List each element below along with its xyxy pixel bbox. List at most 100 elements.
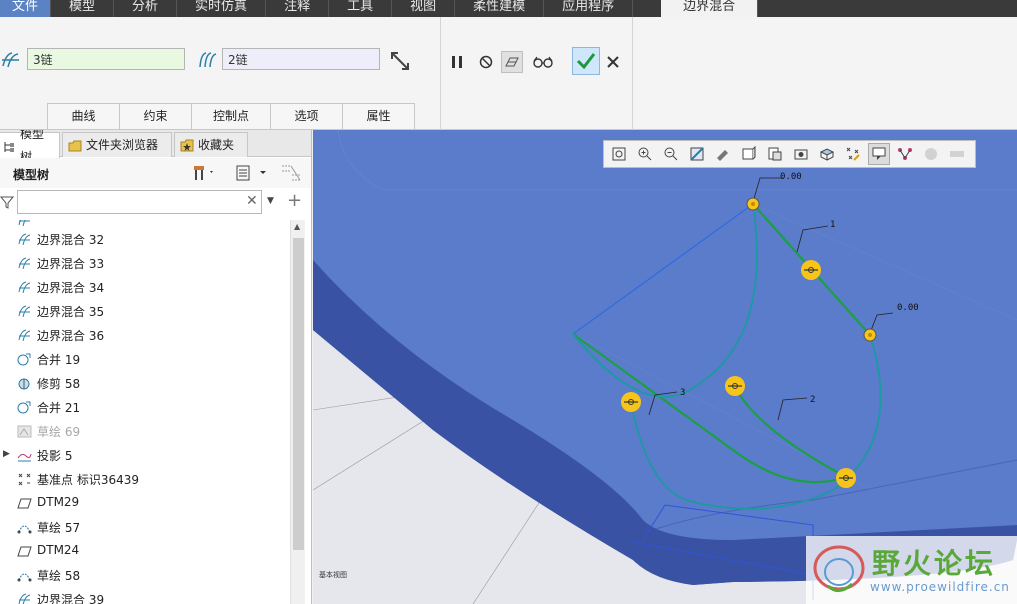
tree-columns-icon[interactable] [234, 163, 270, 183]
view-name-label: 基本视图 [319, 571, 347, 579]
control-point-handle[interactable] [863, 328, 877, 342]
list-item[interactable]: 边界混合 33 [0, 251, 290, 275]
search-options-dropdown-icon[interactable]: ▼ [267, 196, 274, 206]
spin-center-icon[interactable] [894, 143, 916, 165]
tab-annotate[interactable]: 注释 [266, 0, 330, 17]
datum-display-icon[interactable] [816, 143, 838, 165]
disabled-display-icon [920, 143, 942, 165]
list-item[interactable]: 草绘 58 [0, 563, 290, 587]
subtab-curves[interactable]: 曲线 [47, 103, 120, 129]
annotation-label: 1 [830, 220, 835, 230]
tab-view[interactable]: 视图 [392, 0, 456, 17]
datum-point-icon [18, 473, 31, 486]
repaint-icon[interactable] [686, 143, 708, 165]
refit-icon[interactable] [608, 143, 630, 165]
point-display-icon[interactable] [842, 143, 864, 165]
tree-filter-settings-icon[interactable] [280, 163, 302, 183]
no-preview-icon[interactable] [475, 51, 497, 73]
tab-favorites[interactable]: 收藏夹 [174, 132, 248, 157]
list-item[interactable]: 合并 21 [0, 395, 290, 419]
feature-sub-tabs: 曲线 约束 控制点 选项 属性 [47, 103, 415, 129]
control-point-handle[interactable] [836, 468, 856, 488]
annotation-label: 2 [810, 395, 815, 405]
panel-tab-bar: 模型树 文件夹浏览器 收藏夹 [0, 130, 311, 164]
list-item[interactable]: 边界混合 35 [0, 299, 290, 323]
tree-search-input[interactable] [17, 190, 262, 214]
filter-funnel-icon[interactable] [0, 195, 14, 209]
add-filter-icon[interactable]: + [287, 190, 302, 211]
expand-arrow-icon[interactable]: ▶ [3, 449, 10, 459]
tab-analysis[interactable]: 分析 [114, 0, 178, 17]
list-item[interactable]: DTM29 [0, 491, 290, 515]
control-point-handle[interactable] [801, 260, 821, 280]
control-point-handle[interactable] [725, 376, 745, 396]
second-direction-chain-field[interactable] [222, 48, 380, 70]
display-style-icon[interactable] [712, 143, 734, 165]
folder-icon [68, 138, 82, 152]
ribbon-panel: 曲线 约束 控制点 选项 属性 [0, 17, 1017, 130]
geometry-preview-icon[interactable] [501, 51, 523, 73]
zoom-in-icon[interactable] [634, 143, 656, 165]
boundary-blend-icon [18, 305, 31, 318]
tab-flexible-modeling[interactable]: 柔性建模 [455, 0, 545, 17]
list-item[interactable]: 草绘 69 [0, 419, 290, 443]
view-manager-icon[interactable] [764, 143, 786, 165]
list-item[interactable]: 边界混合 39 [0, 587, 290, 604]
zoom-out-icon[interactable] [660, 143, 682, 165]
pause-icon[interactable] [446, 51, 468, 73]
list-item[interactable]: 边界混合 32 [0, 227, 290, 251]
sketch-icon [17, 525, 32, 534]
swap-direction-icon[interactable] [388, 49, 412, 73]
annotation-label: 0.00 [780, 172, 802, 182]
model-tree-icon [2, 139, 16, 153]
model-tree-list: 边界混合 32 边界混合 33 边界混合 34 边界混合 35 边界混合 36 … [0, 220, 290, 604]
subtab-constraints[interactable]: 约束 [119, 103, 192, 129]
view-toolbar [603, 140, 976, 168]
sketch-icon [17, 425, 32, 438]
datum-plane-icon [17, 546, 32, 557]
model-canvas[interactable]: 0.00 1 0.00 2 3 [313, 130, 1017, 604]
sketch-icon [17, 573, 32, 582]
graphics-viewport[interactable]: 0.00 1 0.00 2 3 基本视图 野火论坛 www.proewildfi… [313, 130, 1017, 604]
tab-model-tree[interactable]: 模型树 [0, 130, 60, 164]
navigator-panel: 模型树 文件夹浏览器 收藏夹 模型树 ✕ ▼ + 边界混合 32 边界混合 33… [0, 130, 312, 604]
control-point-handle[interactable] [746, 197, 760, 211]
confirm-check-icon[interactable] [572, 47, 600, 75]
subtab-properties[interactable]: 属性 [342, 103, 415, 129]
perspective-view-icon[interactable] [790, 143, 812, 165]
list-item[interactable]: ▶ 投影 5 [0, 443, 290, 467]
tab-folder-browser[interactable]: 文件夹浏览器 [62, 132, 172, 157]
saved-orientations-icon[interactable] [738, 143, 760, 165]
first-direction-chain-field[interactable] [27, 48, 185, 70]
tab-applications[interactable]: 应用程序 [544, 0, 634, 17]
list-item[interactable]: 边界混合 34 [0, 275, 290, 299]
list-item[interactable]: 基准点 标识36439 [0, 467, 290, 491]
list-item[interactable]: 修剪 58 [0, 371, 290, 395]
tab-boundary-blend[interactable]: 边界混合 [661, 0, 759, 17]
scroll-up-icon[interactable]: ▲ [294, 222, 300, 231]
scroll-thumb[interactable] [293, 238, 304, 550]
cancel-x-icon[interactable] [602, 51, 624, 73]
tab-file[interactable]: 文件 [0, 0, 52, 17]
tab-live-simulation[interactable]: 实时仿真 [177, 0, 267, 17]
list-item[interactable]: 边界混合 36 [0, 323, 290, 347]
list-item[interactable]: 草绘 57 [0, 515, 290, 539]
tab-tools[interactable]: 工具 [329, 0, 393, 17]
annotation-display-icon[interactable] [868, 143, 890, 165]
control-point-handle[interactable] [621, 392, 641, 412]
list-item[interactable]: DTM24 [0, 539, 290, 563]
forum-logo-icon [813, 545, 865, 592]
tree-search-row: ✕ ▼ + [0, 188, 311, 218]
subtab-options[interactable]: 选项 [270, 103, 343, 129]
tree-scrollbar[interactable]: ▲ [290, 220, 305, 604]
disabled-tool-icon [946, 143, 968, 165]
subtab-control-points[interactable]: 控制点 [191, 103, 271, 129]
list-item[interactable]: 合并 19 [0, 347, 290, 371]
second-direction-icon [199, 52, 217, 68]
watermark-title: 野火论坛 [872, 547, 997, 580]
clear-search-icon[interactable]: ✕ [246, 193, 258, 209]
tab-model[interactable]: 模型 [51, 0, 115, 17]
verify-glasses-icon[interactable] [532, 51, 554, 73]
annotation-label: 0.00 [897, 303, 919, 313]
tree-settings-icon[interactable] [192, 163, 216, 183]
